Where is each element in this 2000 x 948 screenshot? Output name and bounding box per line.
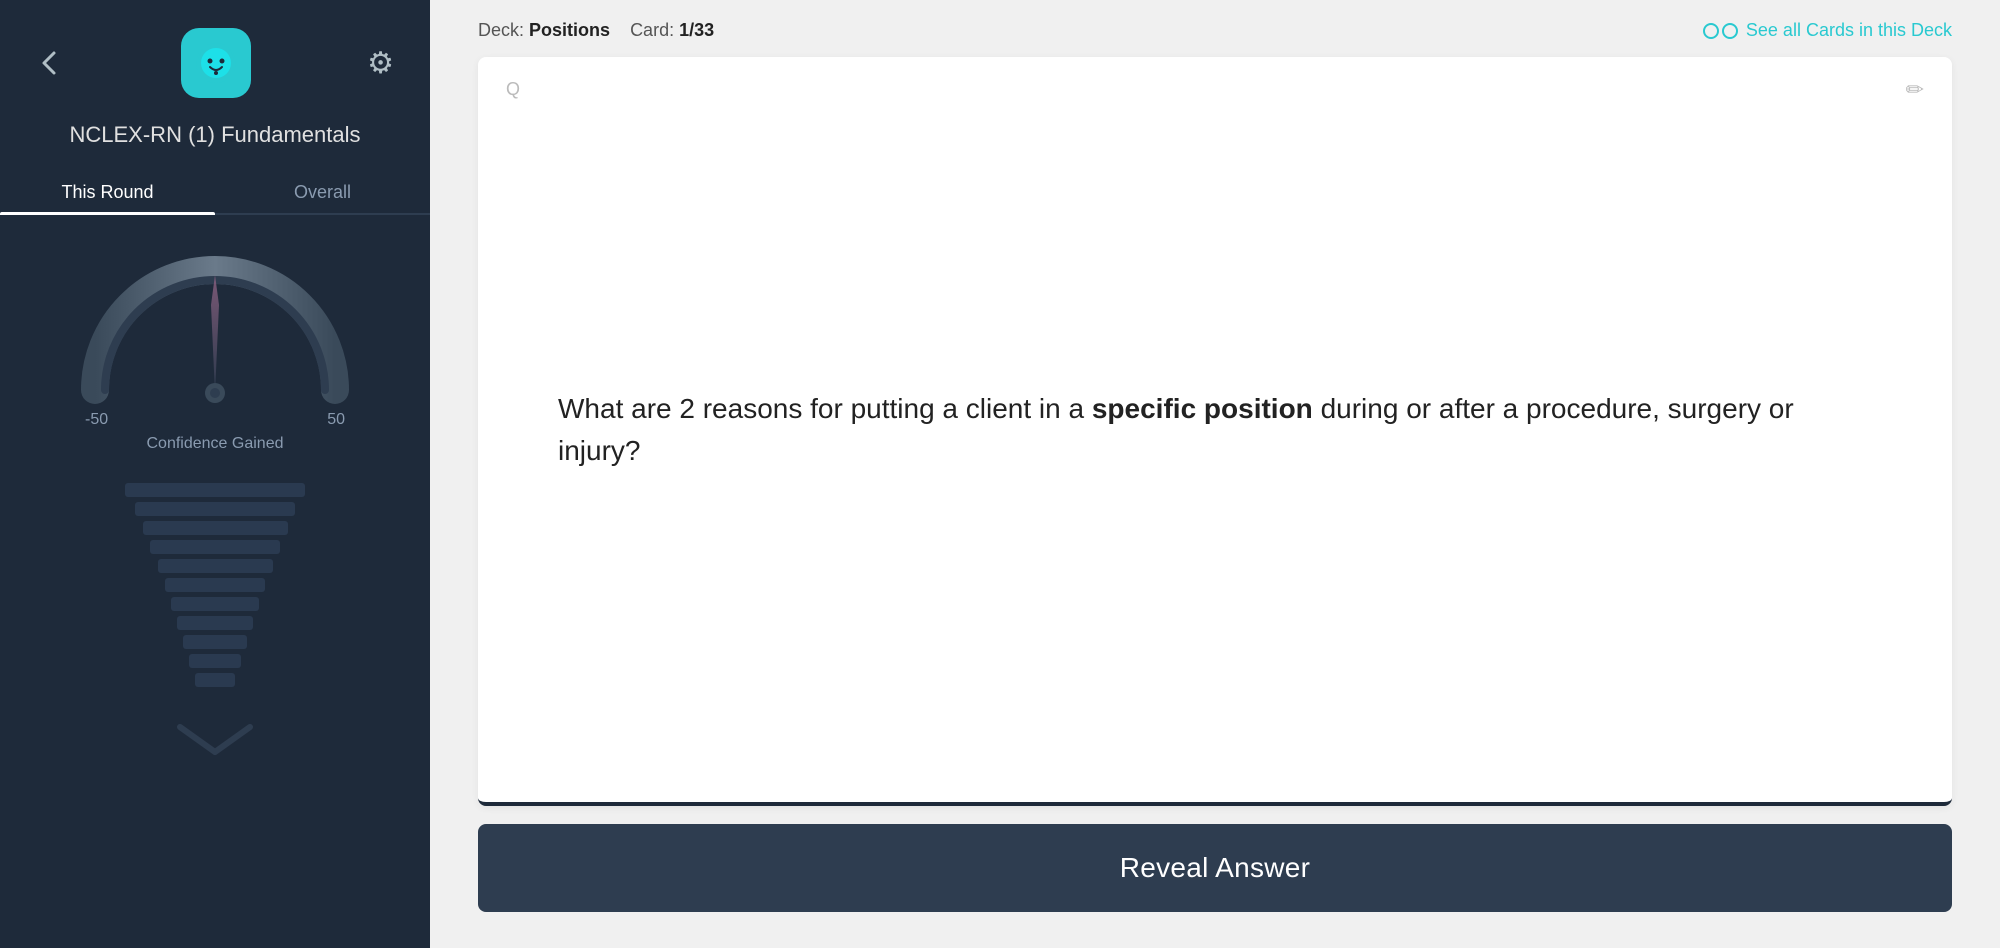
stacked-bars xyxy=(0,483,430,767)
cards-icon xyxy=(1703,23,1738,39)
see-cards-link[interactable]: See all Cards in this Deck xyxy=(1703,20,1952,41)
sidebar: ⚙ NCLEX-RN (1) Fundamentals This Round O… xyxy=(0,0,430,948)
card-number: 1/33 xyxy=(679,20,714,40)
bar-row xyxy=(150,540,280,554)
bar-row xyxy=(158,559,273,573)
bar-row xyxy=(183,635,247,649)
bar-row xyxy=(177,616,253,630)
deck-name: Positions xyxy=(529,20,610,40)
tab-overall[interactable]: Overall xyxy=(215,170,430,213)
deck-prefix: Deck: xyxy=(478,20,524,40)
bar-row xyxy=(125,483,305,497)
card-prefix: Card: xyxy=(630,20,674,40)
bar-row xyxy=(143,521,288,535)
gauge-container: -50 50 Confidence Gained xyxy=(0,245,430,453)
sidebar-top-bar: ⚙ xyxy=(0,0,430,114)
card-type-label: Q xyxy=(506,79,520,100)
gauge-labels: -50 50 xyxy=(85,411,345,429)
gear-icon[interactable]: ⚙ xyxy=(367,46,394,81)
card-question: What are 2 reasons for putting a client … xyxy=(478,57,1952,802)
bar-row xyxy=(135,502,295,516)
card-area: Q ✏ What are 2 reasons for putting a cli… xyxy=(430,57,2000,948)
confidence-label: Confidence Gained xyxy=(147,435,284,453)
app-logo xyxy=(181,28,251,98)
bar-row xyxy=(171,597,259,611)
flashcard: Q ✏ What are 2 reasons for putting a cli… xyxy=(478,57,1952,806)
top-bar: Deck: Positions Card: 1/33 See all Cards… xyxy=(430,0,2000,57)
question-text: What are 2 reasons for putting a client … xyxy=(558,388,1872,472)
bar-row xyxy=(189,654,241,668)
chevron-down-icon xyxy=(175,712,255,767)
deck-title: NCLEX-RN (1) Fundamentals xyxy=(50,122,381,148)
edit-icon[interactable]: ✏ xyxy=(1906,77,1924,103)
see-cards-label: See all Cards in this Deck xyxy=(1746,20,1952,41)
main-content: Deck: Positions Card: 1/33 See all Cards… xyxy=(430,0,2000,948)
bar-row xyxy=(165,578,265,592)
reveal-answer-button[interactable]: Reveal Answer xyxy=(478,824,1952,912)
deck-info: Deck: Positions Card: 1/33 xyxy=(478,20,714,41)
tabs: This Round Overall xyxy=(0,170,430,215)
bar-row xyxy=(195,673,235,687)
tab-this-round[interactable]: This Round xyxy=(0,170,215,213)
back-button[interactable] xyxy=(36,49,64,77)
confidence-gauge xyxy=(75,245,355,405)
